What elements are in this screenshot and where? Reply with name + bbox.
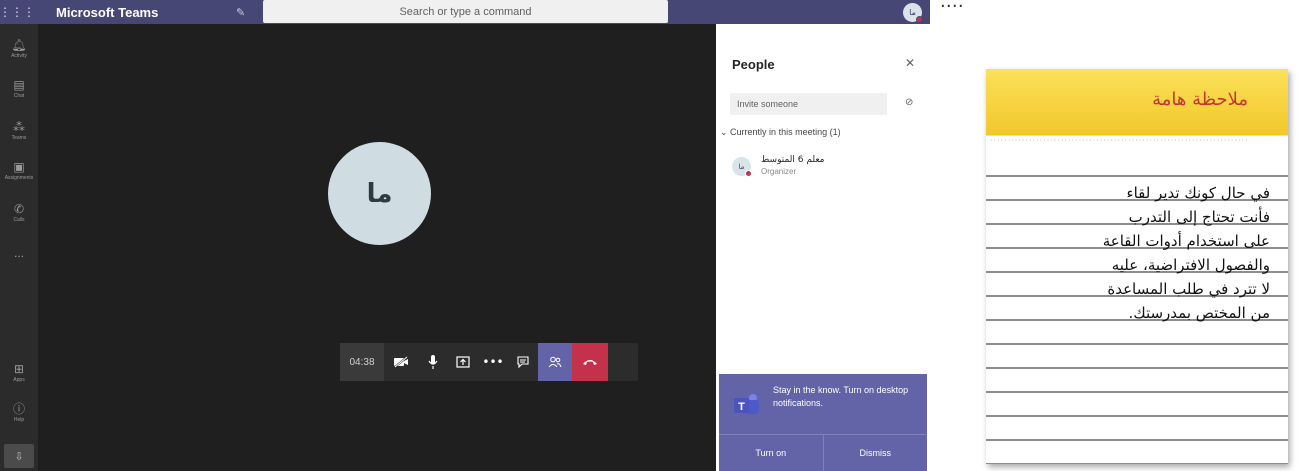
rail-label: Calls: [13, 217, 25, 223]
note-header: ملاحظة هامة: [986, 69, 1288, 135]
rail-item-activity[interactable]: 🔔︎ Activity: [0, 38, 38, 60]
new-chat-icon[interactable]: ✎: [236, 6, 256, 19]
microphone-icon[interactable]: [418, 343, 448, 381]
dismiss-button[interactable]: Dismiss: [822, 435, 928, 471]
title-bar: ⋮⋮⋮ Microsoft Teams ✎ Search or type a c…: [0, 0, 930, 24]
avatar-initials: ما: [738, 162, 745, 171]
hang-up-icon[interactable]: [572, 343, 608, 381]
camera-off-icon[interactable]: [384, 343, 418, 381]
more-icon: ...: [13, 246, 24, 260]
rail-label: Assignments: [4, 175, 34, 181]
bell-icon: 🔔︎: [11, 38, 27, 52]
rail-item-chat[interactable]: ▤ Chat: [0, 78, 38, 100]
rail-label: Apps: [13, 377, 25, 383]
note-line: من المختص بمدرستك.: [1128, 304, 1270, 322]
toast-actions: Turn on Dismiss: [719, 434, 927, 471]
participant-avatar: ما: [328, 142, 431, 245]
call-controls: 04:38 •••: [340, 343, 638, 381]
participant-name: معلم 6 المتوسط: [761, 155, 825, 165]
rail-label: Help: [13, 417, 25, 423]
busy-status-icon: [745, 170, 752, 177]
section-header[interactable]: ⌄ Currently in this meeting (1): [720, 127, 841, 138]
notepad-note: ملاحظة هامة ····························…: [986, 69, 1288, 464]
note-line: لا تترد في طلب المساعدة: [1107, 280, 1270, 298]
svg-text:T: T: [738, 401, 745, 413]
participant-role: Organizer: [761, 167, 797, 176]
rail-item-apps[interactable]: ⊞ Apps: [0, 362, 38, 384]
call-timer: 04:38: [340, 343, 384, 381]
assignments-icon: ▣: [13, 160, 25, 174]
pane-title: People: [732, 57, 775, 72]
note-title: ملاحظة هامة: [1152, 89, 1248, 110]
busy-status-icon: [916, 16, 923, 23]
chat-icon: ▤: [13, 78, 25, 92]
chat-toggle-icon[interactable]: [508, 343, 538, 381]
share-screen-icon[interactable]: [448, 343, 478, 381]
section-label: Currently in this meeting (1): [730, 127, 841, 137]
turn-on-button[interactable]: Turn on: [719, 435, 823, 471]
rail-label: Teams: [11, 135, 27, 141]
close-icon[interactable]: ✕: [905, 56, 915, 70]
rail-item-calls[interactable]: ✆ Calls: [0, 202, 38, 224]
teams-icon: ⁂: [13, 120, 25, 134]
search-input[interactable]: Search or type a command: [263, 0, 668, 23]
teams-logo-icon: T: [734, 394, 759, 414]
people-pane: People ✕ Invite someone ⊘ ⌄ Currently in…: [716, 24, 930, 471]
invite-input[interactable]: Invite someone: [730, 93, 887, 115]
meeting-stage: ما 04:38 •••: [38, 24, 716, 471]
toast-message: Stay in the know. Turn on desktop notifi…: [773, 385, 909, 408]
note-line: على استخدام أدوات القاعة: [1102, 232, 1270, 250]
app-title: Microsoft Teams: [56, 4, 159, 20]
download-app-icon[interactable]: ⇩: [4, 444, 34, 468]
note-body: في حال كونك تدير لقاء فأنت تحتاج إلى الت…: [1010, 181, 1270, 325]
note-line: فأنت تحتاج إلى التدرب: [1128, 208, 1270, 226]
teams-window: ⋮⋮⋮ Microsoft Teams ✎ Search or type a c…: [0, 0, 930, 471]
app-launcher-icon[interactable]: ⋮⋮⋮: [0, 0, 35, 24]
participants-icon[interactable]: [538, 343, 572, 381]
more-options-icon[interactable]: •••: [478, 343, 508, 381]
avatar: ما: [732, 157, 752, 177]
rail-item-assignments[interactable]: ▣ Assignments: [0, 160, 38, 182]
rail-item-help[interactable]: ⓘ Help: [0, 402, 38, 424]
profile-initials: ما: [909, 8, 916, 17]
apps-icon: ⊞: [13, 362, 25, 376]
note-line: والفصول الافتراضية، عليه: [1111, 256, 1270, 274]
share-link-icon[interactable]: ⊘: [905, 97, 913, 108]
rail-item-teams[interactable]: ⁂ Teams: [0, 120, 38, 142]
notification-toast: T Stay in the know. Turn on desktop noti…: [719, 374, 927, 471]
participant-row[interactable]: ما معلم 6 المتوسط Organizer: [732, 155, 912, 183]
rail-label: Chat: [13, 93, 25, 99]
collapse-chevron-icon: ⌄: [720, 127, 731, 137]
note-line: في حال كونك تدير لقاء: [1126, 184, 1270, 202]
phone-icon: ✆: [13, 202, 25, 216]
profile-avatar[interactable]: ما: [903, 3, 923, 23]
help-icon: ⓘ: [12, 402, 25, 416]
rail-item-more[interactable]: ...: [0, 246, 38, 260]
cropped-heading-fragment: ….: [940, 0, 964, 12]
note-perforation: ········································…: [986, 135, 1288, 145]
app-rail: 🔔︎ Activity ▤ Chat ⁂ Teams ▣ Assignments…: [0, 24, 38, 471]
rail-label: Activity: [11, 53, 27, 59]
